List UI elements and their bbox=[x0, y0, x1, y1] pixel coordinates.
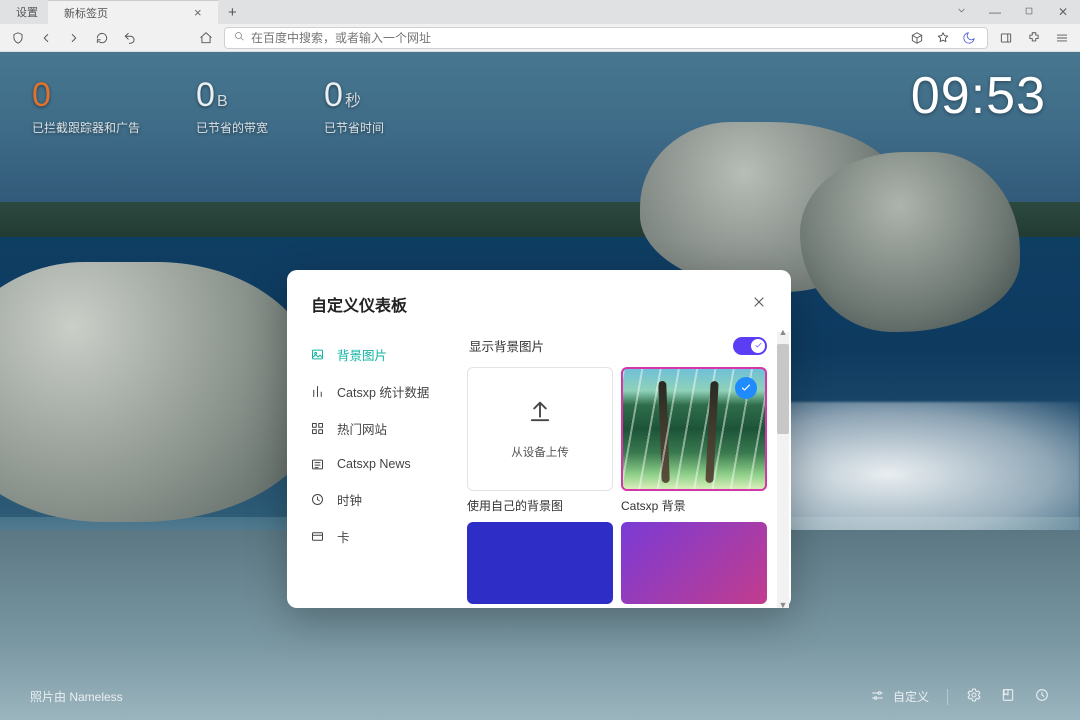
modal-sidebar: 背景图片 Catsxp 统计数据 热门网站 Catsxp News 时钟 bbox=[287, 324, 465, 608]
sidebar-item-label: Catsxp News bbox=[337, 457, 411, 471]
scroll-up-icon[interactable]: ▲ bbox=[777, 326, 789, 338]
customize-label: 自定义 bbox=[893, 688, 929, 705]
window-tabbar: 设置 新标签页 × + — ✕ bbox=[0, 0, 1080, 24]
upload-icon bbox=[526, 398, 554, 426]
upload-caption: 从设备上传 bbox=[511, 444, 569, 460]
stat-time-label: 已节省时间 bbox=[324, 119, 384, 136]
solid-bg-card-1[interactable] bbox=[467, 522, 613, 604]
scroll-down-icon[interactable]: ▼ bbox=[777, 599, 789, 608]
tab-settings[interactable]: 设置 bbox=[0, 0, 48, 24]
undo-button[interactable] bbox=[120, 28, 140, 48]
sidebar-item-label: 时钟 bbox=[337, 490, 362, 509]
footer-history-icon[interactable] bbox=[1034, 687, 1050, 706]
card-icon bbox=[309, 529, 325, 545]
menu-icon[interactable] bbox=[1052, 28, 1072, 48]
dropdown-icon[interactable] bbox=[944, 5, 978, 19]
stat-time: 0秒 已节省时间 bbox=[324, 76, 384, 136]
stat-trackers: 0 已拦截跟踪器和广告 bbox=[32, 76, 140, 136]
grid-icon bbox=[309, 421, 325, 437]
sidebar-item-topsites[interactable]: 热门网站 bbox=[287, 410, 465, 447]
stat-time-value: 0 bbox=[324, 76, 343, 114]
clock-display: 09:53 bbox=[911, 66, 1046, 126]
shield-icon[interactable] bbox=[8, 28, 28, 48]
modal-content: 显示背景图片 从设备上传 使用自己的背景图 bbox=[465, 324, 791, 608]
new-tab-button[interactable]: + bbox=[218, 4, 247, 21]
sidebar-item-label: Catsxp 统计数据 bbox=[337, 382, 429, 401]
sidebar-item-news[interactable]: Catsxp News bbox=[287, 447, 465, 481]
stat-trackers-label: 已拦截跟踪器和广告 bbox=[32, 119, 140, 136]
clock-icon bbox=[309, 492, 325, 508]
search-icon bbox=[233, 30, 245, 45]
tab-close-icon[interactable]: × bbox=[194, 5, 202, 20]
ntp-footer: 照片由 Nameless 自定义 bbox=[0, 687, 1080, 706]
sliders-icon bbox=[870, 688, 885, 706]
customize-dashboard-modal: 自定义仪表板 背景图片 Catsxp 统计数据 热门网站 bbox=[287, 270, 791, 608]
stat-bandwidth-value: 0 bbox=[196, 76, 215, 114]
tab-settings-label: 设置 bbox=[16, 4, 38, 20]
sidebar-item-clock[interactable]: 时钟 bbox=[287, 481, 465, 518]
browser-toolbar bbox=[0, 24, 1080, 52]
back-button[interactable] bbox=[36, 28, 56, 48]
reload-button[interactable] bbox=[92, 28, 112, 48]
sidebar-item-label: 热门网站 bbox=[337, 419, 387, 438]
preset-bg-card[interactable] bbox=[621, 367, 767, 491]
selected-check-icon bbox=[735, 377, 757, 399]
footer-bookmark-icon[interactable] bbox=[1000, 687, 1016, 706]
moon-icon[interactable] bbox=[959, 28, 979, 48]
address-input[interactable] bbox=[251, 31, 901, 45]
minimize-button[interactable]: — bbox=[978, 5, 1012, 19]
tab-newtab[interactable]: 新标签页 × bbox=[48, 0, 218, 24]
forward-button[interactable] bbox=[64, 28, 84, 48]
footer-divider bbox=[947, 689, 948, 705]
option-catsxp-bg-label: Catsxp 背景 bbox=[621, 497, 767, 514]
stats-row: 0 已拦截跟踪器和广告 0B 已节省的带宽 0秒 已节省时间 bbox=[32, 76, 384, 136]
bookmark-star-icon[interactable] bbox=[933, 28, 953, 48]
sidebar-item-background[interactable]: 背景图片 bbox=[287, 336, 465, 373]
stat-bandwidth: 0B 已节省的带宽 bbox=[196, 76, 268, 136]
sidebar-item-card[interactable]: 卡 bbox=[287, 518, 465, 555]
upload-card[interactable]: 从设备上传 bbox=[467, 367, 613, 491]
footer-gear-icon[interactable] bbox=[966, 687, 982, 706]
maximize-button[interactable] bbox=[1012, 5, 1046, 19]
sidebar-item-label: 背景图片 bbox=[337, 345, 387, 364]
content-scrollbar[interactable]: ▲ ▼ bbox=[777, 332, 789, 608]
modal-close-button[interactable] bbox=[751, 294, 767, 315]
news-icon bbox=[309, 456, 325, 472]
show-bg-label: 显示背景图片 bbox=[469, 336, 544, 355]
show-bg-toggle[interactable] bbox=[733, 337, 767, 355]
sidebar-item-label: 卡 bbox=[337, 527, 350, 546]
scroll-thumb[interactable] bbox=[777, 344, 789, 434]
new-tab-page: 0 已拦截跟踪器和广告 0B 已节省的带宽 0秒 已节省时间 09:53 照片由… bbox=[0, 52, 1080, 720]
photo-credit[interactable]: 照片由 Nameless bbox=[30, 688, 123, 705]
panel-icon[interactable] bbox=[996, 28, 1016, 48]
stat-trackers-value: 0 bbox=[32, 76, 51, 114]
extensions-icon[interactable] bbox=[1024, 28, 1044, 48]
option-own-bg-label: 使用自己的背景图 bbox=[467, 497, 613, 514]
tab-newtab-label: 新标签页 bbox=[64, 5, 108, 21]
home-button[interactable] bbox=[196, 28, 216, 48]
image-icon bbox=[309, 347, 325, 363]
sidebar-item-stats[interactable]: Catsxp 统计数据 bbox=[287, 373, 465, 410]
modal-title: 自定义仪表板 bbox=[311, 292, 407, 316]
address-bar[interactable] bbox=[224, 27, 988, 49]
customize-button[interactable]: 自定义 bbox=[870, 688, 929, 706]
cube-icon[interactable] bbox=[907, 28, 927, 48]
stat-bandwidth-label: 已节省的带宽 bbox=[196, 119, 268, 136]
close-window-button[interactable]: ✕ bbox=[1046, 5, 1080, 19]
barchart-icon bbox=[309, 384, 325, 400]
toggle-knob bbox=[751, 339, 765, 353]
solid-bg-card-2[interactable] bbox=[621, 522, 767, 604]
